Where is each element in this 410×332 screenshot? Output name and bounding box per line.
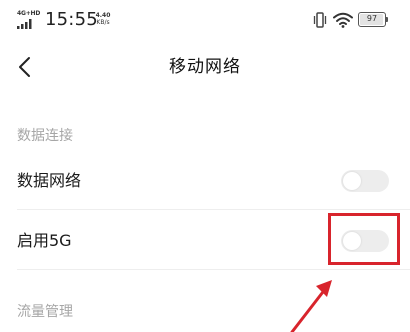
- battery-level: 97: [366, 14, 378, 23]
- signal-bars-icon: [17, 19, 32, 29]
- page-title: 移动网络: [169, 57, 241, 77]
- net-speed: 4.40 KB/s: [92, 12, 114, 26]
- section-header-data-connection: 数据连接: [17, 128, 73, 144]
- row-divider: [17, 209, 410, 210]
- wifi-icon: [333, 12, 353, 28]
- annotation-arrow-icon: [290, 280, 332, 332]
- net-speed-unit: KB/s: [96, 19, 110, 26]
- network-type-label: 4G+HD: [17, 10, 41, 17]
- nav-bar: 移动网络: [0, 40, 410, 95]
- setting-row-mobile-data[interactable]: 数据网络: [0, 152, 410, 210]
- toggle-knob: [343, 172, 361, 190]
- row-divider: [17, 269, 410, 270]
- status-time: 15:55: [45, 9, 98, 30]
- mobile-network-screen: 4G+HD 15:55 4.40 KB/s 97 移动网络 数据连接 数据网络 …: [0, 0, 410, 332]
- setting-label-mobile-data: 数据网络: [17, 171, 82, 190]
- battery-icon: 97: [358, 12, 386, 27]
- mobile-data-toggle[interactable]: [341, 170, 389, 192]
- battery-tip: [386, 17, 388, 22]
- header-spacer: [0, 95, 410, 103]
- status-bar: 4G+HD 15:55 4.40 KB/s 97: [0, 0, 410, 40]
- cellular-signal-icon: 4G+HD: [17, 10, 41, 29]
- net-speed-value: 4.40: [95, 12, 111, 19]
- highlight-box: [328, 213, 400, 265]
- section-header-traffic-management: 流量管理: [17, 304, 73, 320]
- vibrate-icon: [313, 12, 327, 28]
- setting-label-enable-5g: 启用5G: [17, 231, 72, 250]
